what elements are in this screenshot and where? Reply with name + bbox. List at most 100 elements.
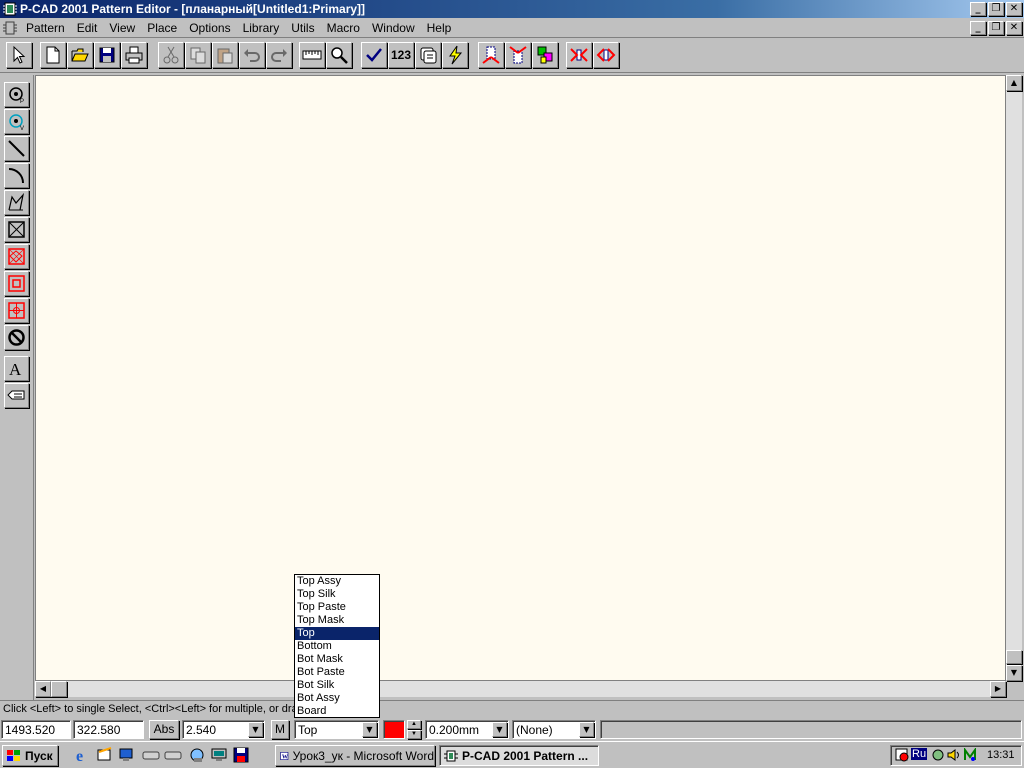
menu-help[interactable]: Help [427, 21, 452, 35]
mirror-tool-2-button[interactable] [593, 42, 619, 68]
tray-antivirus-icon[interactable] [963, 748, 977, 762]
start-button[interactable]: Пуск [2, 745, 58, 766]
layer-option[interactable]: Bottom [295, 640, 379, 653]
close-button[interactable]: ✕ [1006, 2, 1022, 16]
vertical-scrollbar[interactable]: ▲ ▼ [1006, 75, 1022, 681]
menu-options[interactable]: Options [189, 21, 230, 35]
menu-edit[interactable]: Edit [77, 21, 98, 35]
place-keepout-button[interactable] [4, 325, 29, 350]
document-icon[interactable] [3, 21, 17, 35]
grid-dropdown-arrow[interactable]: ▼ [248, 722, 263, 737]
menu-macro[interactable]: Macro [327, 21, 360, 35]
layer-option[interactable]: Bot Silk [295, 679, 379, 692]
place-plane-button[interactable] [4, 298, 29, 323]
layer-option[interactable]: Top Paste [295, 601, 379, 614]
new-button[interactable] [40, 42, 66, 68]
layer-option[interactable]: Bot Paste [295, 666, 379, 679]
copy-button[interactable] [185, 42, 211, 68]
select-tool-button[interactable] [6, 42, 32, 68]
horizontal-scroll-thumb[interactable] [51, 681, 67, 697]
place-via-button[interactable]: V [4, 109, 29, 134]
scroll-left-arrow[interactable]: ◀ [35, 681, 51, 697]
m-toggle-button[interactable]: M [271, 720, 289, 739]
undo-button[interactable] [239, 42, 265, 68]
task-pcad[interactable]: P-CAD 2001 Pattern ... [439, 745, 599, 766]
spin-down-arrow[interactable]: ▼ [407, 730, 421, 739]
place-cutout-button[interactable] [4, 271, 29, 296]
place-copper-pour-button[interactable] [4, 244, 29, 269]
open-button[interactable] [67, 42, 93, 68]
mirror-tool-1-button[interactable] [566, 42, 592, 68]
layer-option[interactable]: Board [295, 705, 379, 718]
place-arc-button[interactable] [4, 163, 29, 188]
save-disk-icon[interactable] [232, 746, 250, 764]
pattern-tool-3-button[interactable] [532, 42, 558, 68]
minimize-button[interactable]: _ [970, 2, 986, 16]
place-attribute-button[interactable] [4, 383, 29, 408]
layer-option[interactable]: Top [295, 627, 379, 640]
scroll-down-arrow[interactable]: ▼ [1006, 665, 1022, 681]
doc-restore-button[interactable]: ❐ [988, 21, 1004, 35]
net-select[interactable]: (None) ▼ [512, 720, 596, 739]
computer-icon[interactable] [210, 746, 228, 764]
horizontal-scrollbar[interactable]: ◀ ▶ [35, 681, 1006, 697]
show-desktop-icon[interactable] [118, 746, 136, 764]
pattern-tool-2-button[interactable] [505, 42, 531, 68]
line-width-select[interactable]: 0.200mm ▼ [425, 720, 509, 739]
layer-option[interactable]: Bot Assy [295, 692, 379, 705]
drive-2-icon[interactable] [164, 746, 182, 764]
place-text-button[interactable]: A [4, 356, 29, 381]
y-coordinate-field[interactable]: 322.580 [73, 720, 144, 739]
doc-minimize-button[interactable]: _ [970, 21, 986, 35]
design-canvas[interactable] [35, 75, 1006, 681]
abs-toggle-button[interactable]: Abs [149, 720, 179, 739]
language-indicator[interactable]: Ru [911, 748, 928, 760]
vertical-scroll-thumb[interactable] [1006, 650, 1022, 664]
layer-dropdown-list[interactable]: Top Assy Top Silk Top Paste Top Mask Top Bott… [294, 574, 380, 718]
scroll-up-arrow[interactable]: ▲ [1006, 75, 1022, 91]
save-button[interactable] [94, 42, 120, 68]
menu-window[interactable]: Window [372, 21, 415, 35]
layer-color-swatch[interactable] [383, 720, 405, 739]
tray-scheduler-icon[interactable] [895, 748, 909, 762]
measure-button[interactable] [299, 42, 325, 68]
renumber-button[interactable]: 123 [388, 42, 414, 68]
menu-view[interactable]: View [109, 21, 135, 35]
network-icon[interactable] [188, 746, 206, 764]
layer-dropdown-arrow[interactable]: ▼ [362, 722, 377, 737]
cut-button[interactable] [158, 42, 184, 68]
place-pad-button[interactable]: P [4, 82, 29, 107]
internet-explorer-icon[interactable]: e [74, 746, 92, 764]
layer-option[interactable]: Top Assy [295, 575, 379, 588]
scroll-right-arrow[interactable]: ▶ [990, 681, 1006, 697]
print-button[interactable] [121, 42, 147, 68]
menu-place[interactable]: Place [147, 21, 177, 35]
task-word[interactable]: W Урок3_ук - Microsoft Word [275, 745, 435, 766]
drive-icon[interactable] [142, 746, 160, 764]
menu-pattern[interactable]: Pattern [26, 21, 65, 35]
layer-select[interactable]: Top ▼ [294, 720, 379, 739]
place-line-button[interactable] [4, 136, 29, 161]
layer-option[interactable]: Top Silk [295, 588, 379, 601]
doc-close-button[interactable]: ✕ [1006, 21, 1022, 35]
drc-check-button[interactable] [361, 42, 387, 68]
outlook-express-icon[interactable] [96, 746, 114, 764]
restore-button[interactable]: ❐ [988, 2, 1004, 16]
zoom-button[interactable] [326, 42, 352, 68]
volume-icon[interactable] [947, 748, 961, 762]
tray-network-icon[interactable] [931, 748, 945, 762]
grid-select[interactable]: 2.540 ▼ [182, 720, 265, 739]
menu-utils[interactable]: Utils [291, 21, 314, 35]
place-polygon-button[interactable] [4, 190, 29, 215]
paste-button[interactable] [212, 42, 238, 68]
layer-option[interactable]: Top Mask [295, 614, 379, 627]
spin-up-arrow[interactable]: ▲ [407, 720, 421, 729]
menu-library[interactable]: Library [243, 21, 280, 35]
pad-style-button[interactable] [415, 42, 441, 68]
net-dropdown-arrow[interactable]: ▼ [579, 722, 594, 737]
x-coordinate-field[interactable]: 1493.520 [1, 720, 71, 739]
lightning-button[interactable] [442, 42, 468, 68]
place-fill-button[interactable] [4, 217, 29, 242]
redo-button[interactable] [266, 42, 292, 68]
layer-option[interactable]: Bot Mask [295, 653, 379, 666]
